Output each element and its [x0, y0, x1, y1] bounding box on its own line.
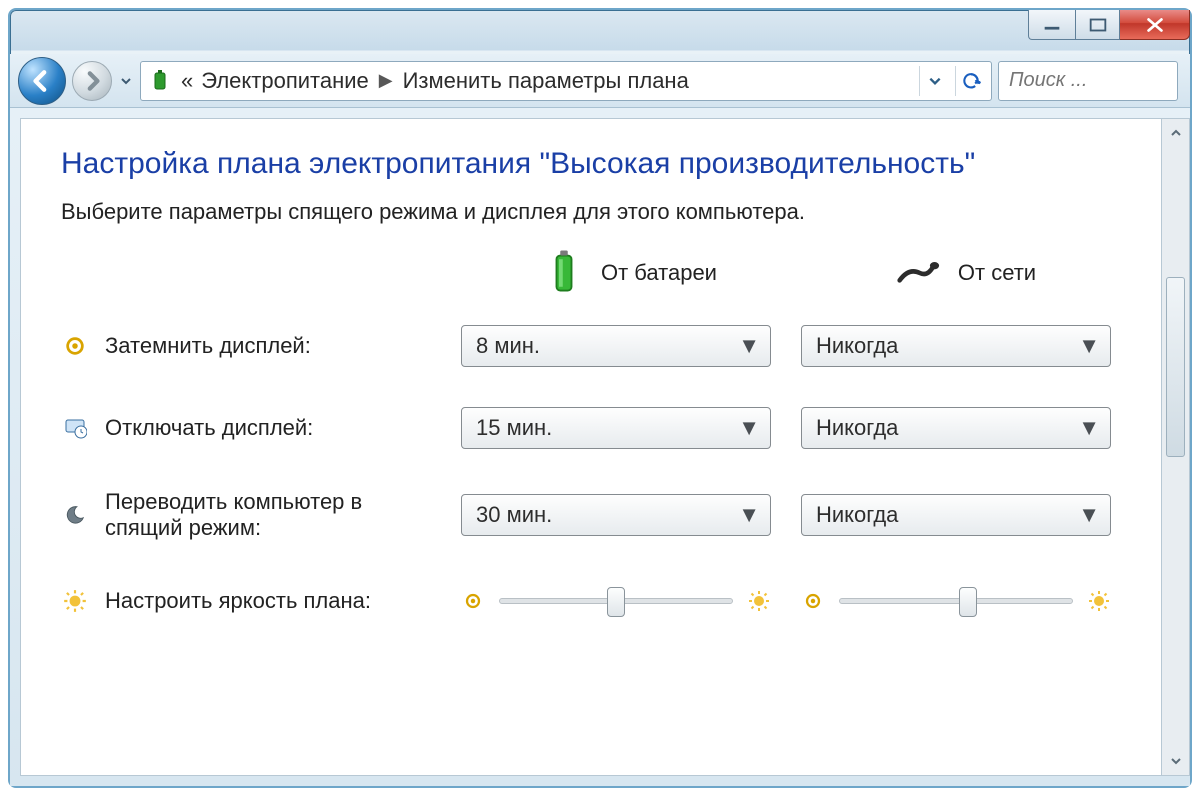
sun-small-icon [461, 589, 485, 613]
row-dim-display: Затемнить дисплей: 8 мин. ▼ Никогда ▼ [61, 325, 1133, 367]
sleep-ac-select[interactable]: Никогда ▼ [801, 494, 1111, 536]
monitor-clock-icon [61, 414, 89, 442]
battery-icon [545, 245, 583, 301]
chevron-down-icon: ▼ [1078, 502, 1100, 528]
scroll-track[interactable] [1162, 147, 1189, 747]
breadcrumb-prefix: « [181, 68, 193, 94]
sleep-battery-select[interactable]: 30 мин. ▼ [461, 494, 771, 536]
column-ac: От сети [801, 258, 1131, 288]
maximize-button[interactable] [1076, 10, 1120, 40]
chevron-down-icon: ▼ [738, 333, 760, 359]
off-ac-select[interactable]: Никогда ▼ [801, 407, 1111, 449]
dim-indicator-icon [61, 332, 89, 360]
row-sleep: Переводить компьютер в спящий режим: 30 … [61, 489, 1133, 541]
sleep-battery-value: 30 мин. [476, 502, 552, 528]
row-off-display: Отключать дисплей: 15 мин. ▼ Никогда ▼ [61, 407, 1133, 449]
chevron-down-icon: ▼ [1078, 415, 1100, 441]
sun-large-icon [747, 589, 771, 613]
off-battery-select[interactable]: 15 мин. ▼ [461, 407, 771, 449]
moon-icon [61, 501, 89, 529]
scroll-thumb[interactable] [1166, 277, 1185, 457]
row-brightness: Настроить яркость плана: [61, 581, 1133, 621]
column-ac-label: От сети [958, 260, 1036, 286]
window-frame: « Электропитание ▶ Изменить параметры пл… [8, 8, 1192, 788]
vertical-scrollbar[interactable] [1162, 118, 1190, 776]
brightness-ac-slider[interactable] [801, 581, 1111, 621]
breadcrumb-part2[interactable]: Изменить параметры плана [403, 68, 689, 94]
nav-history-dropdown[interactable] [118, 59, 134, 103]
brightness-label: Настроить яркость плана: [105, 588, 371, 614]
minimize-button[interactable] [1028, 10, 1076, 40]
breadcrumb-part1[interactable]: Электропитание [201, 68, 369, 94]
close-button[interactable] [1120, 10, 1190, 40]
chevron-down-icon: ▼ [738, 415, 760, 441]
titlebar [10, 10, 1190, 54]
dim-battery-select[interactable]: 8 мин. ▼ [461, 325, 771, 367]
navbar: « Электропитание ▶ Изменить параметры пл… [10, 54, 1190, 108]
slider-thumb[interactable] [959, 587, 977, 617]
slider-track[interactable] [499, 598, 733, 604]
column-headers: От батареи От сети [61, 245, 1133, 301]
off-label: Отключать дисплей: [105, 415, 313, 441]
dim-ac-select[interactable]: Никогда ▼ [801, 325, 1111, 367]
chevron-down-icon: ▼ [738, 502, 760, 528]
power-plan-icon [147, 68, 173, 94]
off-ac-value: Никогда [816, 415, 898, 441]
column-battery-label: От батареи [601, 260, 717, 286]
scroll-up-button[interactable] [1162, 119, 1189, 147]
nav-back-button[interactable] [18, 57, 66, 105]
scroll-down-button[interactable] [1162, 747, 1189, 775]
slider-thumb[interactable] [607, 587, 625, 617]
column-battery: От батареи [461, 245, 801, 301]
dim-battery-value: 8 мин. [476, 333, 540, 359]
sun-icon [61, 587, 89, 615]
slider-track[interactable] [839, 598, 1073, 604]
dim-label: Затемнить дисплей: [105, 333, 311, 359]
plug-icon [896, 258, 940, 288]
content-panel: Настройка плана электропитания "Высокая … [20, 118, 1162, 776]
brightness-battery-slider[interactable] [461, 581, 771, 621]
search-box[interactable] [998, 61, 1178, 101]
client-wrap: Настройка плана электропитания "Высокая … [10, 108, 1190, 786]
dim-ac-value: Никогда [816, 333, 898, 359]
breadcrumb-sep-icon: ▶ [377, 70, 395, 91]
nav-forward-button[interactable] [72, 61, 112, 101]
off-battery-value: 15 мин. [476, 415, 552, 441]
sun-small-icon [801, 589, 825, 613]
sun-large-icon [1087, 589, 1111, 613]
chevron-down-icon: ▼ [1078, 333, 1100, 359]
refresh-button[interactable] [955, 66, 985, 96]
sleep-label: Переводить компьютер в спящий режим: [105, 489, 435, 541]
address-dropdown-button[interactable] [919, 66, 949, 96]
sleep-ac-value: Никогда [816, 502, 898, 528]
search-input[interactable] [1007, 68, 1200, 93]
page-title: Настройка плана электропитания "Высокая … [61, 147, 1133, 181]
address-bar[interactable]: « Электропитание ▶ Изменить параметры пл… [140, 61, 992, 101]
page-subtitle: Выберите параметры спящего режима и дисп… [61, 199, 1133, 225]
